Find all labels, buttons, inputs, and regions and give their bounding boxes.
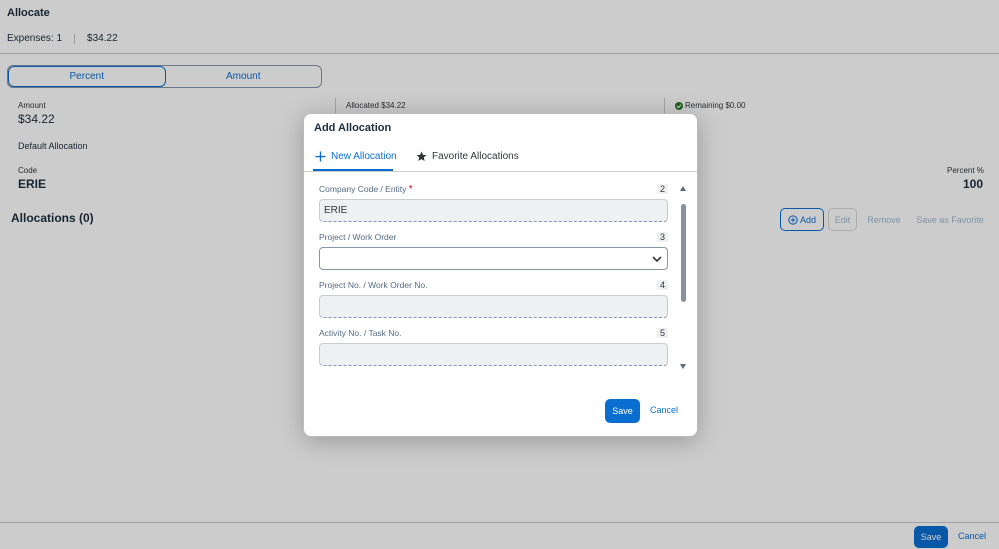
- plus-icon: [315, 151, 326, 162]
- project-number-label: Project No. / Work Order No.: [319, 280, 428, 290]
- active-tab-indicator: [313, 169, 393, 171]
- activity-number-input[interactable]: [319, 343, 668, 366]
- tab-favorite-allocations[interactable]: Favorite Allocations: [416, 151, 519, 162]
- tab-new-allocation-label: New Allocation: [331, 151, 397, 162]
- star-icon: [416, 151, 427, 161]
- chevron-down-icon[interactable]: [651, 253, 663, 265]
- project-work-order-select[interactable]: [319, 247, 668, 270]
- required-marker: *: [408, 184, 413, 195]
- scroll-down-arrow[interactable]: [680, 364, 686, 369]
- dialog-tab-bar: New Allocation Favorite Allocations: [304, 147, 697, 172]
- project-work-order-label: Project / Work Order: [319, 232, 397, 242]
- field-number: 4: [656, 280, 668, 290]
- scroll-up-arrow[interactable]: [680, 186, 686, 191]
- dialog-save-button[interactable]: Save: [605, 399, 640, 423]
- field-number: 3: [656, 232, 668, 242]
- activity-number-label: Activity No. / Task No.: [319, 328, 402, 338]
- add-allocation-dialog: Add Allocation New Allocation Favorite A…: [303, 113, 698, 437]
- tab-new-allocation[interactable]: New Allocation: [315, 151, 397, 162]
- field-number: 5: [656, 328, 668, 338]
- form-scrollbar[interactable]: [680, 186, 688, 371]
- dialog-title: Add Allocation: [314, 122, 392, 134]
- project-number-input[interactable]: [319, 295, 668, 318]
- company-code-label: Company Code / Entity *: [319, 184, 413, 195]
- dialog-cancel-button[interactable]: Cancel: [650, 405, 678, 415]
- company-code-input[interactable]: ERIE: [319, 199, 668, 222]
- scroll-thumb[interactable]: [681, 204, 686, 302]
- field-number: 2: [656, 184, 668, 194]
- tab-favorite-allocations-label: Favorite Allocations: [432, 151, 519, 162]
